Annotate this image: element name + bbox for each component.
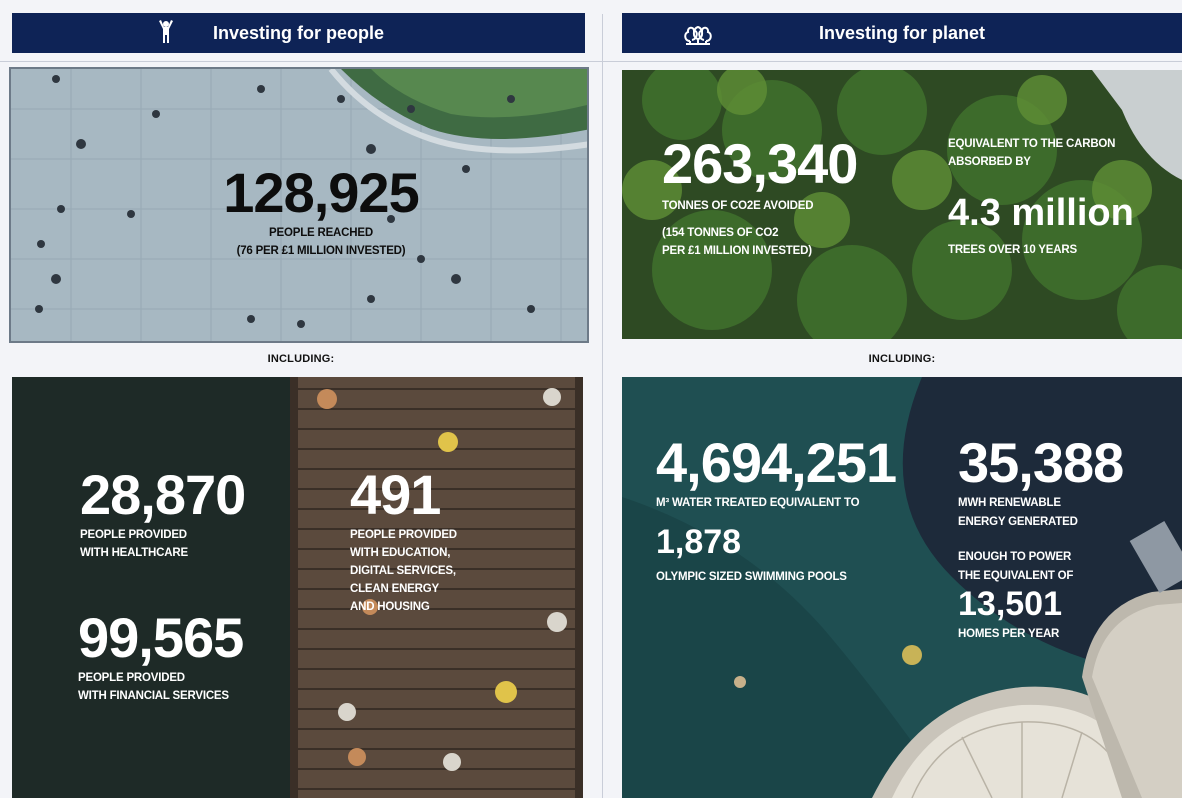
carbon-avoided-number: 263,340 [662, 132, 858, 195]
people-reached-number: 128,925 [223, 161, 419, 224]
trees-label: TREES OVER 10 YEARS [948, 244, 1077, 256]
homes-powered-label-line2: THE EQUIVALENT OF [958, 570, 1074, 582]
renewable-energy-label-line2: ENERGY GENERATED [958, 516, 1078, 528]
trees-number: 4.3 million [948, 192, 1134, 234]
people-reached-panel: 128,925 PEOPLE REACHED (76 PER £1 MILLIO… [9, 67, 589, 343]
education-label-line2: WITH EDUCATION, [350, 547, 451, 559]
carbon-per-million-line1: (154 TONNES OF CO2 [662, 227, 779, 239]
education-label-line3: DIGITAL SERVICES, [350, 565, 456, 577]
people-breakdown-panel: 28,870 PEOPLE PROVIDED WITH HEALTHCARE 4… [12, 377, 583, 798]
carbon-per-million-line2: PER £1 MILLION INVESTED) [662, 245, 812, 257]
carbon-avoided-label: TONNES OF CO2e AVOIDED [662, 200, 814, 212]
column-divider [602, 14, 603, 798]
healthcare-label-line2: WITH HEALTHCARE [80, 547, 188, 559]
people-including-label: INCLUDING: [267, 353, 335, 365]
healthcare-number: 28,870 [80, 463, 246, 526]
boardwalk-aerial-image [12, 377, 583, 798]
planet-banner-title: Investing for planet [818, 22, 986, 43]
financial-services-label-line2: WITH FINANCIAL SERVICES [78, 690, 229, 702]
education-label-line1: PEOPLE PROVIDED [350, 529, 457, 541]
carbon-equivalent-line1: EQUIVALENT TO THE CARBON [948, 138, 1116, 150]
homes-powered-number: 13,501 [958, 585, 1062, 623]
healthcare-label-line1: PEOPLE PROVIDED [80, 529, 187, 541]
people-reached-label: PEOPLE REACHED [269, 227, 373, 239]
financial-services-label-line1: PEOPLE PROVIDED [78, 672, 185, 684]
people-banner: Investing for people [12, 13, 585, 53]
header-divider [0, 61, 1182, 62]
carbon-equivalent-line2: ABSORBED BY [948, 156, 1031, 168]
people-banner-title: Investing for people [212, 22, 385, 43]
swimming-pools-label: OLYMPIC SIZED SWIMMING POOLS [656, 571, 847, 583]
education-label-line5: AND HOUSING [350, 601, 430, 613]
swimming-pools-number: 1,878 [656, 523, 742, 561]
carbon-avoided-panel: 263,340 TONNES OF CO2e AVOIDED (154 TONN… [622, 70, 1182, 339]
education-number: 491 [350, 463, 441, 526]
financial-services-number: 99,565 [78, 606, 244, 669]
homes-powered-label-line3: HOMES PER YEAR [958, 628, 1060, 640]
water-treated-number: 4,694,251 [656, 431, 897, 494]
renewable-energy-label-line1: MWH RENEWABLE [958, 497, 1061, 509]
water-treated-label: M³ WATER TREATED EQUIVALENT TO [656, 497, 860, 509]
planet-breakdown-panel: 4,694,251 M³ WATER TREATED EQUIVALENT TO… [622, 377, 1182, 798]
planet-including-label: INCLUDING: [868, 353, 936, 365]
education-label-line4: CLEAN ENERGY [350, 583, 439, 595]
planet-banner: Investing for planet [622, 13, 1182, 53]
renewable-energy-number: 35,388 [958, 431, 1124, 494]
homes-powered-label-line1: ENOUGH TO POWER [958, 551, 1072, 563]
people-reached-sublabel: (76 PER £1 MILLION INVESTED) [236, 245, 406, 257]
